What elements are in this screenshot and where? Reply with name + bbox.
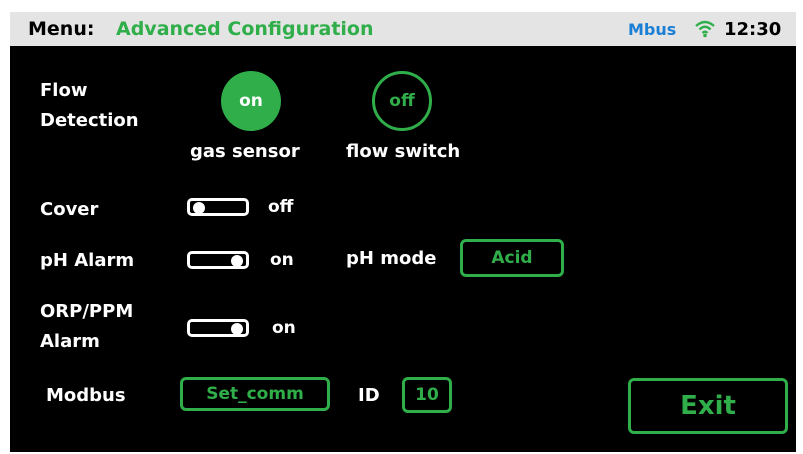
orp-ppm-alarm-label: ORP/PPM Alarm [40, 297, 133, 357]
flow-detection-label: Flow Detection [40, 76, 139, 136]
modbus-label: Modbus [46, 385, 126, 406]
ph-mode-button[interactable]: Acid [460, 239, 564, 277]
set-comm-button[interactable]: Set_comm [180, 377, 330, 411]
orp-ppm-alarm-state: on [272, 318, 296, 338]
exit-button[interactable]: Exit [628, 378, 788, 434]
device-screen: Menu: Advanced Configuration Mbus 12:30 … [10, 12, 796, 452]
ph-mode-label: pH mode [346, 248, 437, 269]
toggle-knob [193, 202, 205, 214]
page-title: Advanced Configuration [116, 18, 374, 40]
cover-state: off [268, 197, 294, 217]
toggle-knob [231, 323, 243, 335]
header-bar: Menu: Advanced Configuration Mbus 12:30 [10, 12, 796, 46]
connection-status: Mbus [628, 20, 677, 39]
clock: 12:30 [724, 19, 782, 40]
flow-switch-caption: flow switch [346, 141, 461, 162]
ph-alarm-label: pH Alarm [40, 250, 135, 271]
modbus-id-field[interactable]: 10 [402, 377, 452, 413]
wifi-icon [695, 20, 715, 38]
orp-ppm-label-line1: ORP/PPM [40, 301, 134, 322]
flow-detection-label-line2: Detection [40, 110, 139, 131]
gas-sensor-caption: gas sensor [190, 141, 300, 162]
flow-switch-radio[interactable]: off [372, 71, 432, 131]
ph-alarm-toggle[interactable] [187, 251, 249, 269]
cover-label: Cover [40, 199, 99, 220]
orp-ppm-alarm-toggle[interactable] [187, 319, 249, 337]
ph-alarm-state: on [270, 250, 294, 270]
modbus-id-label: ID [358, 385, 380, 406]
menu-label: Menu: [28, 18, 95, 40]
flow-detection-label-line1: Flow [40, 80, 88, 101]
orp-ppm-label-line2: Alarm [40, 331, 100, 352]
toggle-knob [231, 255, 243, 267]
cover-toggle[interactable] [187, 198, 249, 216]
gas-sensor-radio[interactable]: on [221, 71, 281, 131]
